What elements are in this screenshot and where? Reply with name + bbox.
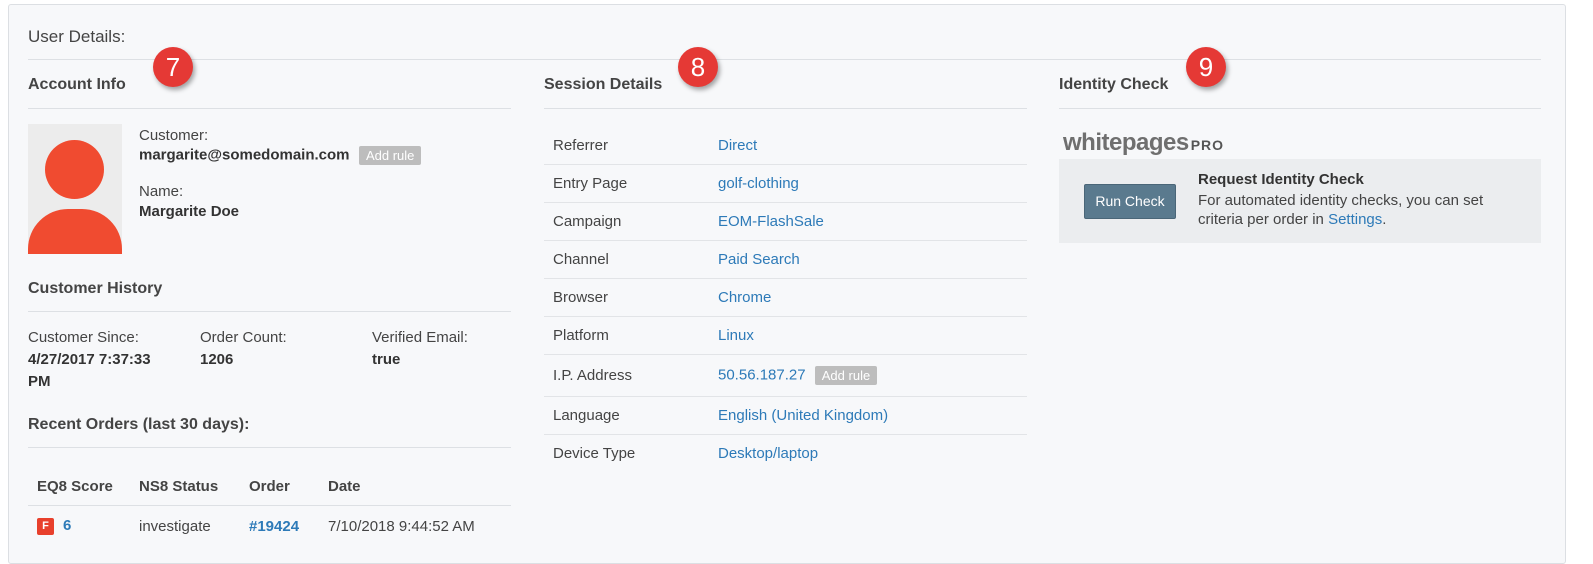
avatar-head-icon (45, 140, 104, 199)
verified-email-label: Verified Email: (372, 329, 468, 346)
referrer-link[interactable]: Direct (718, 137, 757, 154)
device-type-link[interactable]: Desktop/laptop (718, 445, 818, 462)
add-rule-button[interactable]: Add rule (814, 366, 878, 385)
identity-check-heading: Identity Check (1059, 76, 1169, 93)
avatar (28, 124, 122, 254)
user-details-panel: User Details: Account Info 7 Customer: m… (8, 4, 1566, 564)
session-key-device-type: Device Type (553, 445, 636, 462)
table-row: Channel Paid Search (544, 240, 1027, 279)
recent-orders-table: EQ8 Score NS8 Status Order Date F6 inves… (28, 467, 511, 546)
customer-label: Customer: (139, 127, 209, 144)
customer-name: Margarite Doe (139, 203, 240, 220)
session-key-entry-page: Entry Page (544, 164, 718, 203)
identity-check-description: For automated identity checks, you can s… (1198, 191, 1518, 229)
column-header-eq8-score: EQ8 Score (28, 467, 130, 506)
account-info-heading: Account Info (28, 76, 126, 93)
whitepages-pro-logo: whitepages PRO (1063, 129, 1224, 157)
session-key-campaign: Campaign (544, 202, 718, 241)
table-row: Entry Page golf-clothing (544, 164, 1027, 203)
verified-email-value: true (372, 351, 401, 368)
order-count-label: Order Count: (200, 329, 287, 346)
column-header-order: Order (240, 467, 319, 506)
table-row: Campaign EOM-FlashSale (544, 202, 1027, 241)
whitepages-logo-text: whitepages (1063, 129, 1189, 156)
session-details-heading: Session Details (544, 76, 663, 93)
table-row: Language English (United Kingdom) (544, 396, 1027, 435)
session-key-channel: Channel (544, 240, 718, 279)
session-key-language: Language (544, 396, 718, 435)
session-key-referrer: Referrer (544, 127, 718, 165)
session-key-platform: Platform (544, 316, 718, 355)
entry-page-link[interactable]: golf-clothing (718, 175, 799, 192)
table-row: I.P. Address 50.56.187.27 Add rule (544, 354, 1027, 397)
column-header-date: Date (319, 467, 511, 506)
identity-check-title: Request Identity Check (1198, 171, 1364, 188)
session-key-browser: Browser (544, 278, 718, 317)
session-key-ip-address: I.P. Address (544, 354, 718, 397)
divider (28, 447, 511, 448)
callout-badge-9: 9 (1186, 47, 1226, 87)
divider (28, 311, 511, 312)
browser-link[interactable]: Chrome (718, 289, 771, 306)
ip-address-link[interactable]: 50.56.187.27 (718, 366, 806, 383)
customer-info: Customer: margarite@somedomain.com Add r… (139, 127, 422, 220)
table-row: Platform Linux (544, 316, 1027, 355)
name-label: Name: (139, 183, 184, 200)
divider (1059, 108, 1541, 109)
language-link[interactable]: English (United Kingdom) (718, 407, 888, 424)
campaign-link[interactable]: EOM-FlashSale (718, 213, 824, 230)
callout-badge-8: 8 (678, 47, 718, 87)
fraud-flag-icon: F (37, 517, 54, 535)
table-row: Browser Chrome (544, 278, 1027, 317)
order-count-value: 1206 (200, 351, 234, 368)
verified-email: Verified Email: true (372, 329, 537, 371)
table-row: Referrer Direct (544, 127, 1027, 165)
add-rule-button[interactable]: Add rule (358, 146, 422, 165)
eq8-score-link[interactable]: 6 (63, 517, 71, 534)
whitepages-logo-pro: PRO (1190, 137, 1225, 153)
recent-orders-heading: Recent Orders (last 30 days): (28, 416, 250, 433)
identity-check-box: Run Check Request Identity Check For aut… (1059, 159, 1541, 243)
customer-since-label: Customer Since: (28, 329, 139, 346)
column-header-ns8-status: NS8 Status (130, 467, 240, 506)
divider (28, 59, 1541, 60)
panel-title: User Details: (28, 27, 126, 46)
order-link[interactable]: #19424 (249, 518, 299, 535)
avatar-body-icon (28, 209, 122, 254)
table-row: Device Type Desktop/laptop (544, 435, 1027, 473)
identity-desc-suffix: . (1382, 211, 1387, 228)
channel-link[interactable]: Paid Search (718, 251, 800, 268)
table-header-row: EQ8 Score NS8 Status Order Date (28, 467, 511, 506)
callout-badge-7: 7 (153, 47, 193, 87)
run-check-button[interactable]: Run Check (1084, 184, 1176, 219)
customer-since-value: 4/27/2017 7:37:33 PM (28, 351, 151, 390)
order-count: Order Count: 1206 (200, 329, 365, 371)
divider (28, 108, 511, 109)
platform-link[interactable]: Linux (718, 327, 754, 344)
customer-history-heading: Customer History (28, 280, 163, 297)
customer-email: margarite@somedomain.com (139, 146, 350, 164)
customer-since: Customer Since: 4/27/2017 7:37:33 PM (28, 329, 193, 393)
session-details-table: Referrer Direct Entry Page golf-clothing… (544, 127, 1027, 472)
settings-link[interactable]: Settings (1328, 211, 1382, 228)
divider (544, 108, 1027, 109)
